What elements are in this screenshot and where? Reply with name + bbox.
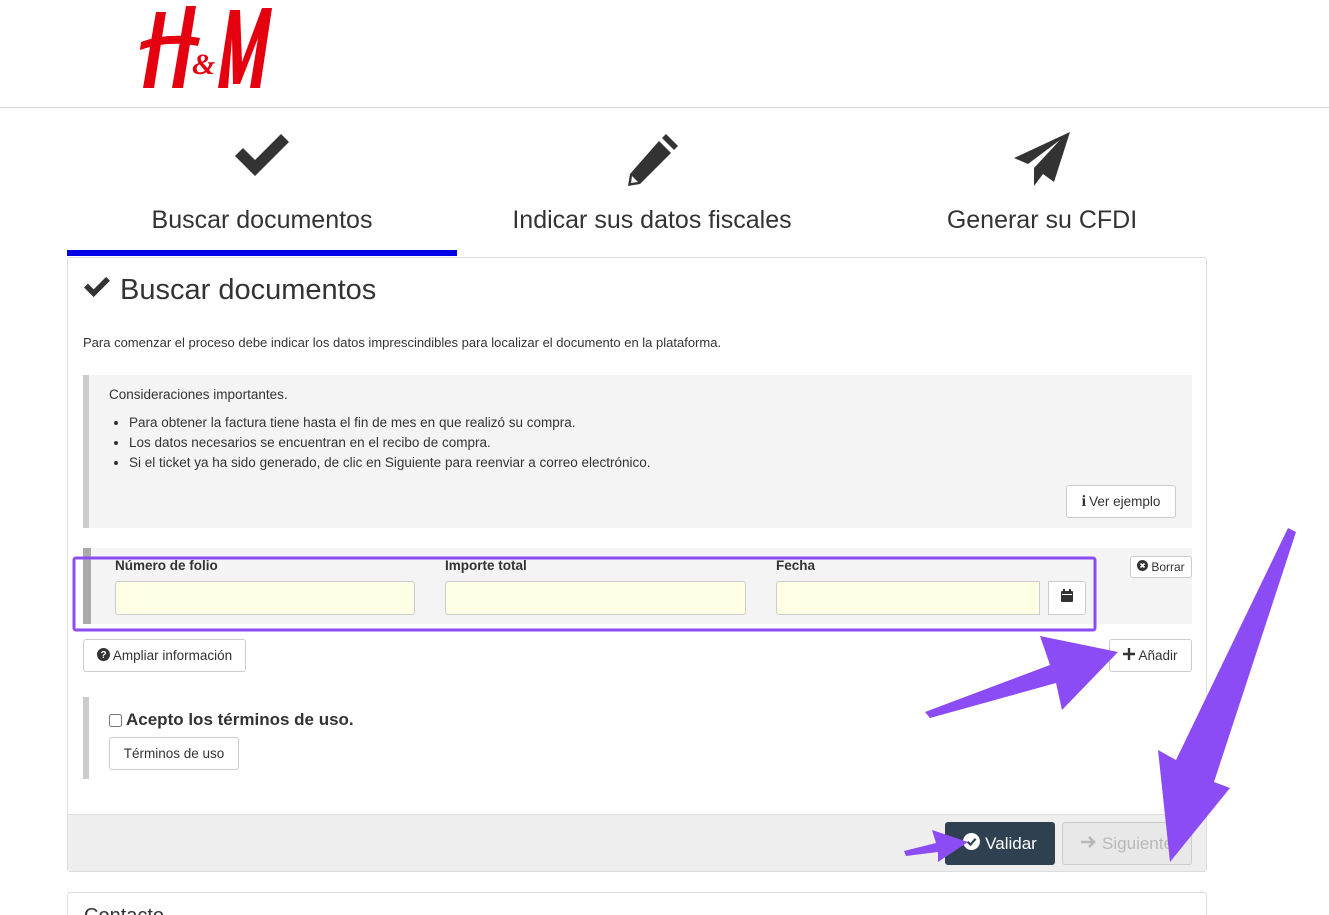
contact-title: Contacto bbox=[84, 905, 164, 915]
step-datos-fiscales[interactable]: Indicar sus datos fiscales bbox=[457, 108, 847, 258]
pencil-icon bbox=[457, 130, 847, 192]
list-item: Para obtener la factura tiene hasta el f… bbox=[129, 413, 651, 433]
folio-label: Número de folio bbox=[115, 558, 218, 573]
ver-ejemplo-button[interactable]: i Ver ejemplo bbox=[1066, 485, 1176, 518]
list-item: Los datos necesarios se encuentran en el… bbox=[129, 433, 651, 453]
page-title: Buscar documentos bbox=[82, 272, 376, 308]
check-circle-icon bbox=[963, 832, 981, 855]
ampliar-informacion-button[interactable]: ? Ampliar información bbox=[83, 639, 246, 672]
validar-label: Validar bbox=[985, 833, 1037, 853]
siguiente-label: Siguiente bbox=[1102, 833, 1173, 853]
anadir-button[interactable]: Añadir bbox=[1109, 639, 1192, 672]
plus-icon bbox=[1123, 648, 1136, 663]
important-notice: Consideraciones importantes. Para obtene… bbox=[83, 375, 1192, 528]
page-header: & bbox=[0, 0, 1329, 108]
wizard-steps: Buscar documentos Indicar sus datos fisc… bbox=[67, 108, 1237, 258]
terms-section: Acepto los términos de uso. Términos de … bbox=[83, 697, 483, 779]
arrow-right-icon bbox=[1081, 834, 1097, 854]
svg-text:&: & bbox=[192, 48, 215, 81]
anadir-label: Añadir bbox=[1138, 648, 1178, 663]
siguiente-button[interactable]: Siguiente bbox=[1062, 822, 1192, 865]
brand-logo[interactable]: & bbox=[138, 2, 274, 92]
step-label: Buscar documentos bbox=[151, 206, 373, 234]
svg-text:?: ? bbox=[100, 650, 106, 661]
step-label: Generar su CFDI bbox=[946, 206, 1138, 234]
importe-input[interactable] bbox=[445, 581, 746, 615]
notice-list: Para obtener la factura tiene hasta el f… bbox=[109, 413, 651, 473]
contact-panel: Contacto bbox=[67, 892, 1207, 915]
validar-button[interactable]: Validar bbox=[945, 822, 1055, 865]
terminos-de-uso-button[interactable]: Términos de uso bbox=[109, 737, 239, 770]
terminos-label: Términos de uso bbox=[123, 746, 225, 761]
paper-plane-icon bbox=[847, 130, 1237, 192]
fecha-label: Fecha bbox=[776, 558, 816, 573]
borrar-label: Borrar bbox=[1151, 560, 1185, 574]
notice-title: Consideraciones importantes. bbox=[109, 387, 288, 402]
calendar-button[interactable] bbox=[1048, 581, 1086, 615]
check-icon bbox=[82, 274, 120, 307]
fecha-input[interactable] bbox=[776, 581, 1040, 615]
intro-text: Para comenzar el proceso debe indicar lo… bbox=[83, 335, 722, 350]
info-icon: i bbox=[1081, 492, 1087, 510]
terms-checkbox-label: Acepto los términos de uso. bbox=[126, 710, 354, 729]
list-item: Si el ticket ya ha sido generado, de cli… bbox=[129, 453, 651, 473]
terms-checkbox[interactable] bbox=[109, 713, 122, 727]
ampliar-label: Ampliar información bbox=[112, 648, 233, 663]
panel-title-text: Buscar documentos bbox=[120, 273, 377, 306]
document-search-form: Número de folio Importe total Fecha Borr… bbox=[83, 548, 1192, 624]
panel-footer: Validar Siguiente bbox=[68, 814, 1206, 871]
folio-input[interactable] bbox=[115, 581, 415, 615]
check-icon bbox=[67, 130, 457, 192]
active-step-indicator bbox=[67, 250, 457, 256]
step-label: Indicar sus datos fiscales bbox=[512, 206, 792, 234]
terms-checkbox-row[interactable]: Acepto los términos de uso. bbox=[109, 710, 354, 730]
borrar-button[interactable]: Borrar bbox=[1130, 556, 1192, 578]
close-circle-icon bbox=[1137, 560, 1149, 574]
ver-ejemplo-label: Ver ejemplo bbox=[1089, 494, 1161, 509]
step-generar-cfdi[interactable]: Generar su CFDI bbox=[847, 108, 1237, 258]
importe-label: Importe total bbox=[445, 558, 527, 573]
buscar-documentos-panel: Buscar documentos Para comenzar el proce… bbox=[67, 257, 1207, 872]
step-buscar-documentos[interactable]: Buscar documentos bbox=[67, 108, 457, 258]
question-circle-icon: ? bbox=[96, 647, 110, 664]
calendar-icon bbox=[1061, 589, 1073, 607]
